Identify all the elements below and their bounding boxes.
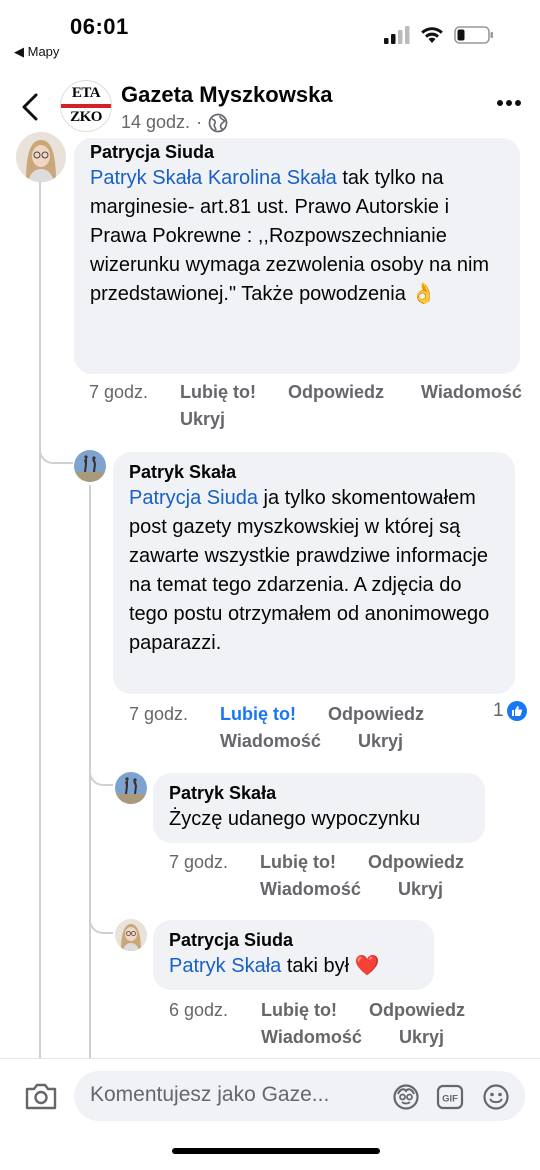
reply-button[interactable]: Odpowiedz: [328, 701, 424, 728]
reaction-count[interactable]: 1: [493, 700, 527, 722]
wifi-icon: [421, 27, 443, 43]
comment-text: Życzę udanego wypoczynku: [169, 808, 421, 830]
message-button[interactable]: Wiadomość: [220, 728, 358, 755]
comment-input-placeholder: Komentujesz jako Gaze...: [90, 1083, 330, 1106]
status-bar: 06:01 ◀ Mapy: [0, 0, 540, 64]
page-name[interactable]: Gazeta Myszkowska: [121, 82, 333, 108]
battery-icon: [454, 26, 493, 44]
comment-bubble: Patrycja Siuda Patryk Skała Karolina Ska…: [74, 138, 520, 374]
hide-button[interactable]: Ukryj: [180, 406, 225, 433]
home-indicator[interactable]: [172, 1148, 380, 1154]
avatar-photo: [16, 132, 66, 182]
reply-button[interactable]: Odpowiedz: [368, 849, 464, 876]
comment-actions: 7 godz. Lubię to! Odpowiedz Wiadomość Ukryj: [89, 379, 539, 433]
comment-author[interactable]: Patrycja Siuda: [169, 928, 418, 952]
back-to-app-link[interactable]: ◀ Mapy: [14, 44, 59, 60]
comment-composer: Komentujesz jako Gaze... GIF: [0, 1058, 540, 1170]
comment-mentions[interactable]: Patryk Skała Karolina Skała: [90, 167, 337, 189]
message-button[interactable]: Wiadomość: [421, 379, 522, 406]
emoji-icon[interactable]: [482, 1083, 510, 1111]
avatar-photo: [74, 450, 106, 482]
comment-actions: 7 godz. Lubię to! Odpowiedz Wiadomość Ukryj: [129, 701, 479, 755]
more-options-icon[interactable]: [496, 98, 522, 108]
comment-actions: 7 godz. Lubię to! Odpowiedz Wiadomość Ukryj: [169, 849, 499, 903]
avatar-patrycja[interactable]: [16, 132, 66, 182]
comment-body: taki był: [281, 955, 355, 977]
comment-time[interactable]: 6 godz.: [169, 997, 261, 1024]
comment-mentions[interactable]: Patrycja Siuda: [129, 487, 258, 509]
comment-body: ja tylko skomentowałem post gazety myszk…: [129, 487, 490, 654]
post-header: ETA ZKO Gazeta Myszkowska 14 godz. ·: [0, 72, 540, 144]
comment-author[interactable]: Patryk Skała: [169, 781, 469, 805]
hide-button[interactable]: Ukryj: [358, 728, 403, 755]
thread-line-main: [39, 182, 41, 1062]
comment-bubble: Patryk Skała Patrycja Siuda ja tylko sko…: [113, 452, 515, 694]
signal-icon: [384, 26, 410, 44]
avatar-photo: [115, 919, 147, 951]
status-icons: [384, 26, 494, 44]
comment-bubble: Patryk Skała Życzę udanego wypoczynku: [153, 773, 485, 843]
thread-line-branch-2: [89, 770, 113, 786]
post-time[interactable]: 14 godz.: [121, 112, 190, 133]
comment-text: Patryk Skała Karolina Skała tak tylko na…: [90, 164, 504, 309]
avatar-sticker-icon[interactable]: [392, 1083, 420, 1111]
red-heart-emoji: ❤️: [354, 955, 380, 977]
thread-line-branch-1: [39, 448, 73, 464]
logo-text-bottom: ZKO: [70, 109, 102, 125]
back-arrow-icon[interactable]: [14, 90, 48, 124]
gif-icon[interactable]: GIF: [436, 1083, 464, 1111]
comment-time[interactable]: 7 godz.: [129, 701, 220, 728]
like-button[interactable]: Lubię to!: [180, 379, 288, 406]
page-avatar[interactable]: ETA ZKO: [60, 80, 112, 132]
avatar-patryk[interactable]: [74, 450, 106, 482]
post-meta: 14 godz. ·: [121, 112, 228, 133]
like-button[interactable]: Lubię to!: [261, 997, 369, 1024]
logo-text-top: ETA: [71, 85, 101, 101]
reply-button[interactable]: Odpowiedz: [369, 997, 465, 1024]
like-reaction-icon: [506, 701, 527, 721]
hide-button[interactable]: Ukryj: [399, 1024, 444, 1051]
comment-text: Patryk Skała taki był ❤️: [169, 952, 418, 981]
reaction-count-number: 1: [493, 700, 504, 721]
message-button[interactable]: Wiadomość: [261, 1024, 399, 1051]
message-button[interactable]: Wiadomość: [260, 876, 398, 903]
comment-author[interactable]: Patrycja Siuda: [90, 140, 504, 164]
globe-icon: [208, 113, 228, 132]
meta-separator: ·: [196, 112, 203, 132]
avatar-patrycja[interactable]: [115, 919, 147, 951]
status-time: 06:01: [70, 14, 129, 39]
avatar-photo: [115, 772, 147, 804]
comment-time[interactable]: 7 godz.: [169, 849, 260, 876]
logo-red-bar: [61, 104, 111, 108]
camera-icon[interactable]: [24, 1081, 58, 1111]
comment-actions: 6 godz. Lubię to! Odpowiedz Wiadomość Ukryj: [169, 997, 499, 1051]
comment-mentions[interactable]: Patryk Skała: [169, 955, 281, 977]
ok-hand-emoji: 👌: [411, 283, 437, 305]
reply-button[interactable]: Odpowiedz: [288, 379, 421, 406]
comment-bubble: Patrycja Siuda Patryk Skała taki był ❤️: [153, 920, 434, 990]
thread-line-branch-3: [89, 918, 113, 934]
like-button[interactable]: Lubię to!: [260, 849, 368, 876]
comment-author[interactable]: Patryk Skała: [129, 460, 499, 484]
like-button-active[interactable]: Lubię to!: [220, 701, 328, 728]
comment-text: Patrycja Siuda ja tylko skomentowałem po…: [129, 484, 499, 658]
hide-button[interactable]: Ukryj: [398, 876, 443, 903]
comment-input[interactable]: Komentujesz jako Gaze... GIF: [74, 1071, 525, 1121]
svg-text:GIF: GIF: [442, 1094, 458, 1105]
avatar-patryk[interactable]: [115, 772, 147, 804]
comment-time[interactable]: 7 godz.: [89, 379, 180, 406]
